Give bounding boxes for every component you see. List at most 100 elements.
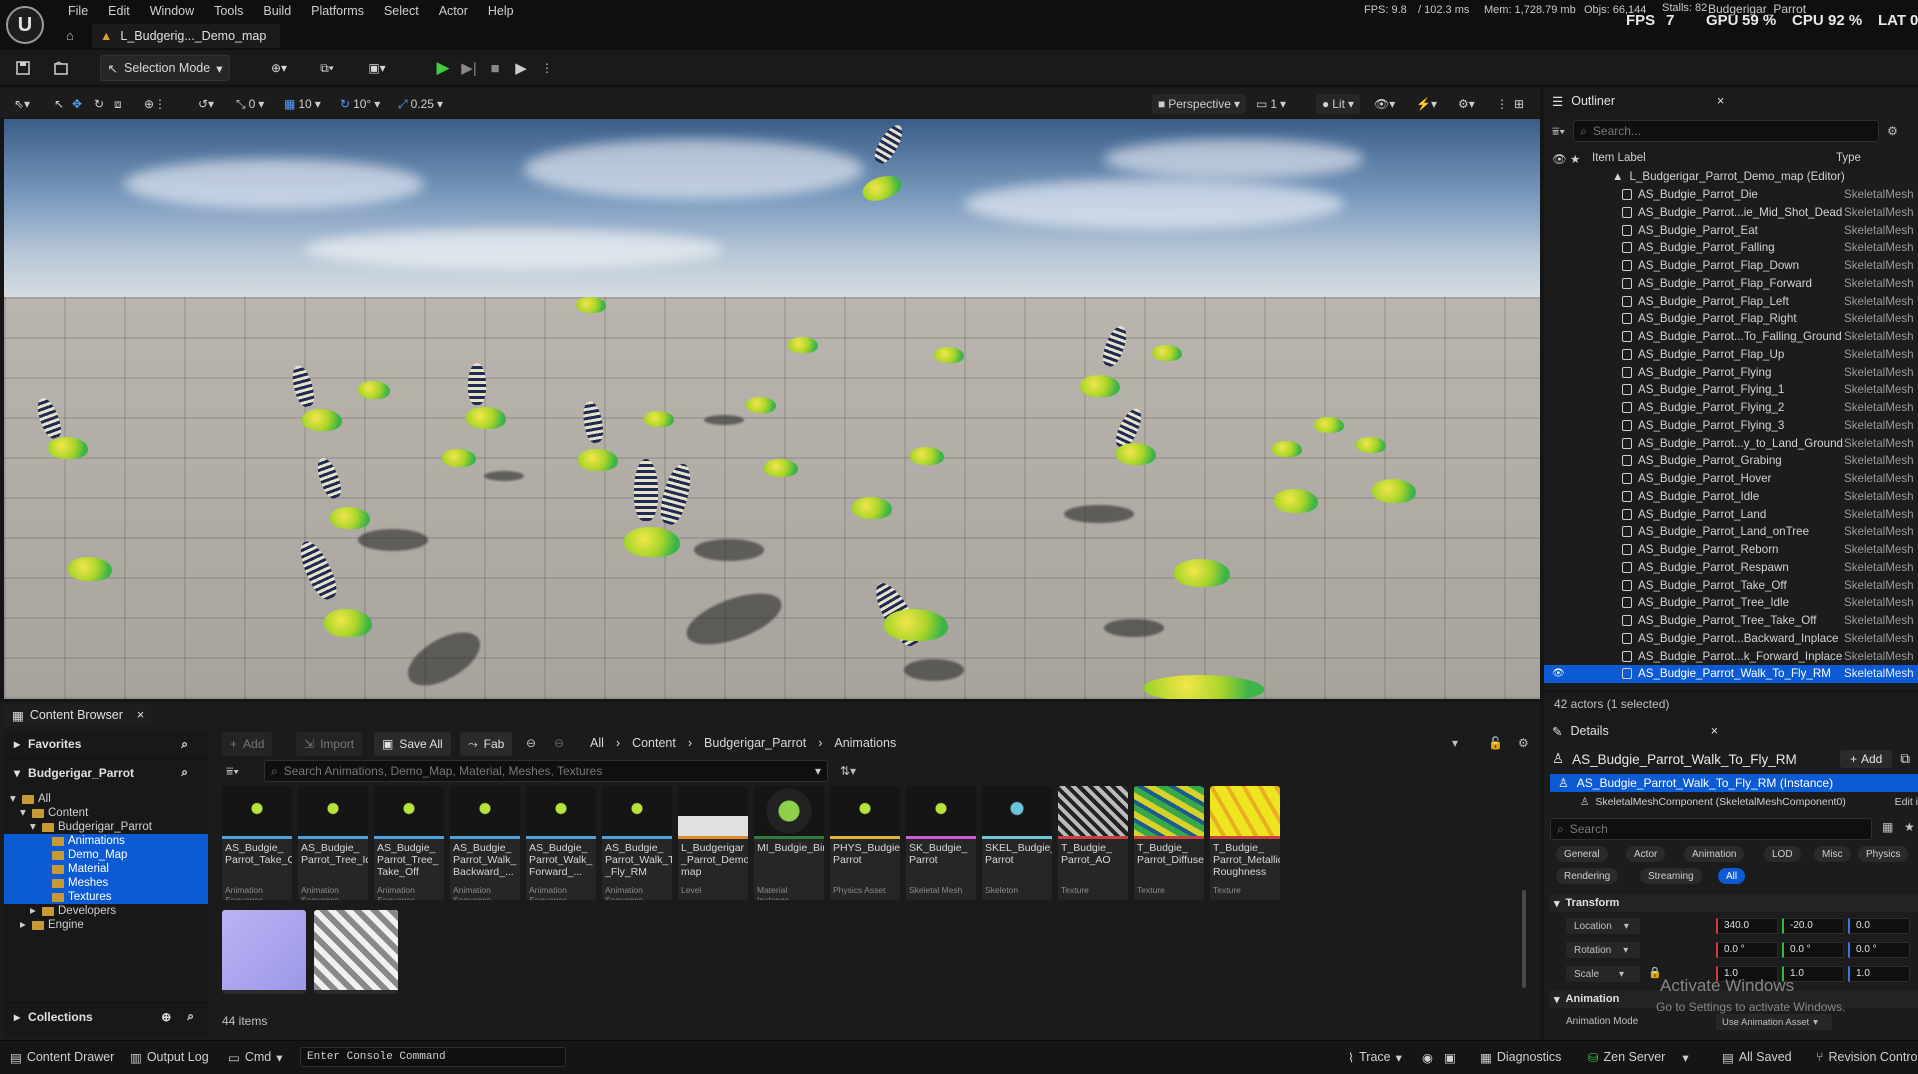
blueprint-icon[interactable]: ⧉ xyxy=(1900,751,1910,767)
filter-general[interactable]: General xyxy=(1556,846,1608,862)
asset-tile[interactable]: AS_Budgie_ Parrot_Tree_ Take_Off Animatio… xyxy=(374,786,444,900)
outliner-settings-icon[interactable]: ⚙ xyxy=(1887,124,1898,138)
outliner-row[interactable]: AS_Budgie_Parrot_Tree_Take_Off SkeletalMe… xyxy=(1544,612,1918,630)
bird[interactable] xyxy=(1372,479,1416,503)
bird[interactable] xyxy=(302,409,342,431)
search-icon[interactable]: ⌕ xyxy=(181,737,188,752)
outliner-row[interactable]: AS_Budgie_Parrot_Flying SkeletalMesh xyxy=(1544,363,1918,381)
rotation-snap-control[interactable]: ↻ 10° ▾ xyxy=(340,94,380,114)
close-icon[interactable]: × xyxy=(1711,724,1718,738)
add-button[interactable]: + Add xyxy=(222,732,273,756)
outliner-row[interactable]: AS_Budgie_Parrot_Reborn SkeletalMesh xyxy=(1544,541,1918,559)
outliner-row[interactable]: AS_Budgie_Parrot...k_Forward_Inplace Skel… xyxy=(1544,647,1918,665)
outliner-row[interactable]: AS_Budgie_Parrot_Land SkeletalMesh xyxy=(1544,505,1918,523)
record-icon[interactable]: ◉ xyxy=(1422,1046,1433,1068)
rotation-y[interactable]: 0.0 ° xyxy=(1782,942,1844,958)
table-view-icon[interactable]: ▦ xyxy=(1882,820,1893,834)
surface-snap-icon[interactable]: ↺▾ xyxy=(198,94,214,114)
animation-mode-dropdown[interactable]: Use Animation Asset ▾ xyxy=(1716,1014,1832,1030)
outliner-row[interactable]: AS_Budgie_Parrot_Hover SkeletalMesh xyxy=(1544,470,1918,488)
move-tool-icon[interactable]: ✥ xyxy=(72,94,82,114)
bird[interactable] xyxy=(934,347,964,363)
browse-icon[interactable] xyxy=(48,55,74,81)
output-log-button[interactable]: ▥ Output Log xyxy=(130,1046,209,1068)
outliner-row[interactable]: AS_Budgie_Parrot_Falling SkeletalMesh xyxy=(1544,239,1918,257)
bird[interactable] xyxy=(1152,345,1182,361)
outliner-row[interactable]: AS_Budgie_Parrot_Flap_Left SkeletalMesh xyxy=(1544,292,1918,310)
menu-edit[interactable]: Edit xyxy=(98,2,140,20)
asset-tile[interactable]: SKEL_Budgie_ Parrot Skeleton xyxy=(982,786,1052,900)
location-dropdown[interactable]: Location ▾ xyxy=(1566,918,1640,934)
trace-dropdown[interactable]: ⌇ Trace ▾ xyxy=(1348,1046,1402,1068)
folder-tree-item[interactable]: ▸ Developers xyxy=(4,904,208,918)
bird[interactable] xyxy=(1174,559,1230,587)
scale-dropdown[interactable]: Scale ▾ xyxy=(1566,966,1640,982)
import-button[interactable]: ⇲ Import xyxy=(296,732,363,756)
outliner-row[interactable]: 👁 AS_Budgie_Parrot_Walk_To_Fly_RM Skeletal… xyxy=(1544,665,1918,683)
menu-platforms[interactable]: Platforms xyxy=(301,2,374,20)
history-forward-icon[interactable]: ⊖ xyxy=(554,736,564,750)
rotation-z[interactable]: 0.0 ° xyxy=(1848,942,1910,958)
lit-dropdown[interactable]: ● Lit ▾ xyxy=(1316,94,1360,114)
content-drawer-button[interactable]: ▤ Content Drawer xyxy=(10,1046,114,1068)
outliner-row[interactable]: AS_Budgie_Parrot_Flap_Up SkeletalMesh xyxy=(1544,346,1918,364)
blueprint-icon[interactable]: ⧉▾ xyxy=(310,55,344,81)
all-saved-button[interactable]: ▤ All Saved xyxy=(1722,1046,1792,1068)
component-row[interactable]: ♙ SkeletalMeshComponent (SkeletalMeshCom… xyxy=(1580,794,1918,810)
asset-tile[interactable] xyxy=(314,910,398,994)
breadcrumb-content[interactable]: Content xyxy=(632,736,676,750)
menu-actor[interactable]: Actor xyxy=(429,2,478,20)
console-input[interactable]: Enter Console Command xyxy=(300,1047,566,1067)
viewport-settings-icon[interactable]: ⚙▾ xyxy=(1458,94,1475,114)
filter-animation[interactable]: Animation xyxy=(1684,846,1745,862)
launch-icon[interactable]: ▶ xyxy=(510,57,532,79)
outliner-row[interactable]: AS_Budgie_Parrot_Flying_1 SkeletalMesh xyxy=(1544,381,1918,399)
rotation-x[interactable]: 0.0 ° xyxy=(1716,942,1778,958)
breadcrumb-all[interactable]: All xyxy=(590,736,604,750)
asset-tile[interactable]: T_Budgie_ Parrot_Metallic_ Roughness Text… xyxy=(1210,786,1280,900)
outliner-row[interactable]: AS_Budgie_Parrot_Die SkeletalMesh xyxy=(1544,186,1918,204)
camera-speed-control[interactable]: ▭ 1 ▾ xyxy=(1256,94,1286,114)
filter-icon[interactable]: ⩸▾ xyxy=(226,764,239,779)
close-icon[interactable]: × xyxy=(1717,94,1724,108)
bird[interactable] xyxy=(578,449,618,471)
col-item-label[interactable]: Item Label xyxy=(1592,152,1646,164)
filter-lod[interactable]: LOD xyxy=(1764,846,1801,862)
menu-tools[interactable]: Tools xyxy=(204,2,253,20)
rotation-dropdown[interactable]: Rotation ▾ xyxy=(1566,942,1640,958)
bird[interactable] xyxy=(884,609,948,641)
bird[interactable] xyxy=(788,337,818,353)
asset-tile[interactable]: SK_Budgie_ Parrot Skeletal Mesh xyxy=(906,786,976,900)
outliner-search-input[interactable]: ⌕ Search... xyxy=(1573,120,1880,142)
folder-tree-item[interactable]: Material xyxy=(4,862,208,876)
filter-streaming[interactable]: Streaming xyxy=(1640,868,1702,884)
show-flags-icon[interactable]: 👁▾ xyxy=(1374,94,1395,114)
outliner-row[interactable]: AS_Budgie_Parrot...ie_Mid_Shot_Dead Skele… xyxy=(1544,204,1918,222)
grid-snap-control[interactable]: ▦ 10 ▾ xyxy=(284,94,321,114)
bird[interactable] xyxy=(48,437,88,459)
bird[interactable] xyxy=(1144,675,1264,699)
bird[interactable] xyxy=(746,397,776,413)
asset-tile[interactable]: AS_Budgie_ Parrot_Take_Off Animation Sequ… xyxy=(222,786,292,900)
chevron-down-icon[interactable]: ▾ xyxy=(1452,736,1458,750)
revision-control-button[interactable]: ⑂ Revision Contro xyxy=(1816,1046,1917,1068)
viewport-options-icon[interactable]: ⋮ xyxy=(1496,94,1508,114)
menu-help[interactable]: Help xyxy=(478,2,524,20)
folder-tree-item[interactable]: Animations xyxy=(4,834,208,848)
level-tab[interactable]: ▲ L_Budgerig..._Demo_map xyxy=(92,24,281,48)
select-tool-icon[interactable]: ↖ xyxy=(54,94,64,114)
folder-tree-item[interactable]: ▾ All xyxy=(4,792,208,806)
asset-tile[interactable]: T_Budgie_ Parrot_AO Texture xyxy=(1058,786,1128,900)
outliner-row[interactable]: AS_Budgie_Parrot_Respawn SkeletalMesh xyxy=(1544,559,1918,577)
outliner-row[interactable]: AS_Budgie_Parrot_Flap_Right SkeletalMesh xyxy=(1544,310,1918,328)
save-icon[interactable] xyxy=(10,55,36,81)
filter-misc[interactable]: Misc xyxy=(1814,846,1851,862)
bird[interactable] xyxy=(1274,489,1318,513)
asset-tile[interactable]: AS_Budgie_ Parrot_Walk_ Forward_... Anima… xyxy=(526,786,596,900)
add-actor-icon[interactable]: ⊕▾ xyxy=(262,55,296,81)
breadcrumb-project[interactable]: Budgerigar_Parrot xyxy=(704,736,806,750)
favorites-section[interactable]: ▸ Favorites ⌕ xyxy=(4,730,208,758)
scale-snap-control[interactable]: ⤢ 0.25 ▾ xyxy=(398,94,443,114)
asset-tile[interactable]: MI_Budgie_Bird Material Instance xyxy=(754,786,824,900)
lock-icon[interactable]: 🔓 xyxy=(1488,736,1503,750)
